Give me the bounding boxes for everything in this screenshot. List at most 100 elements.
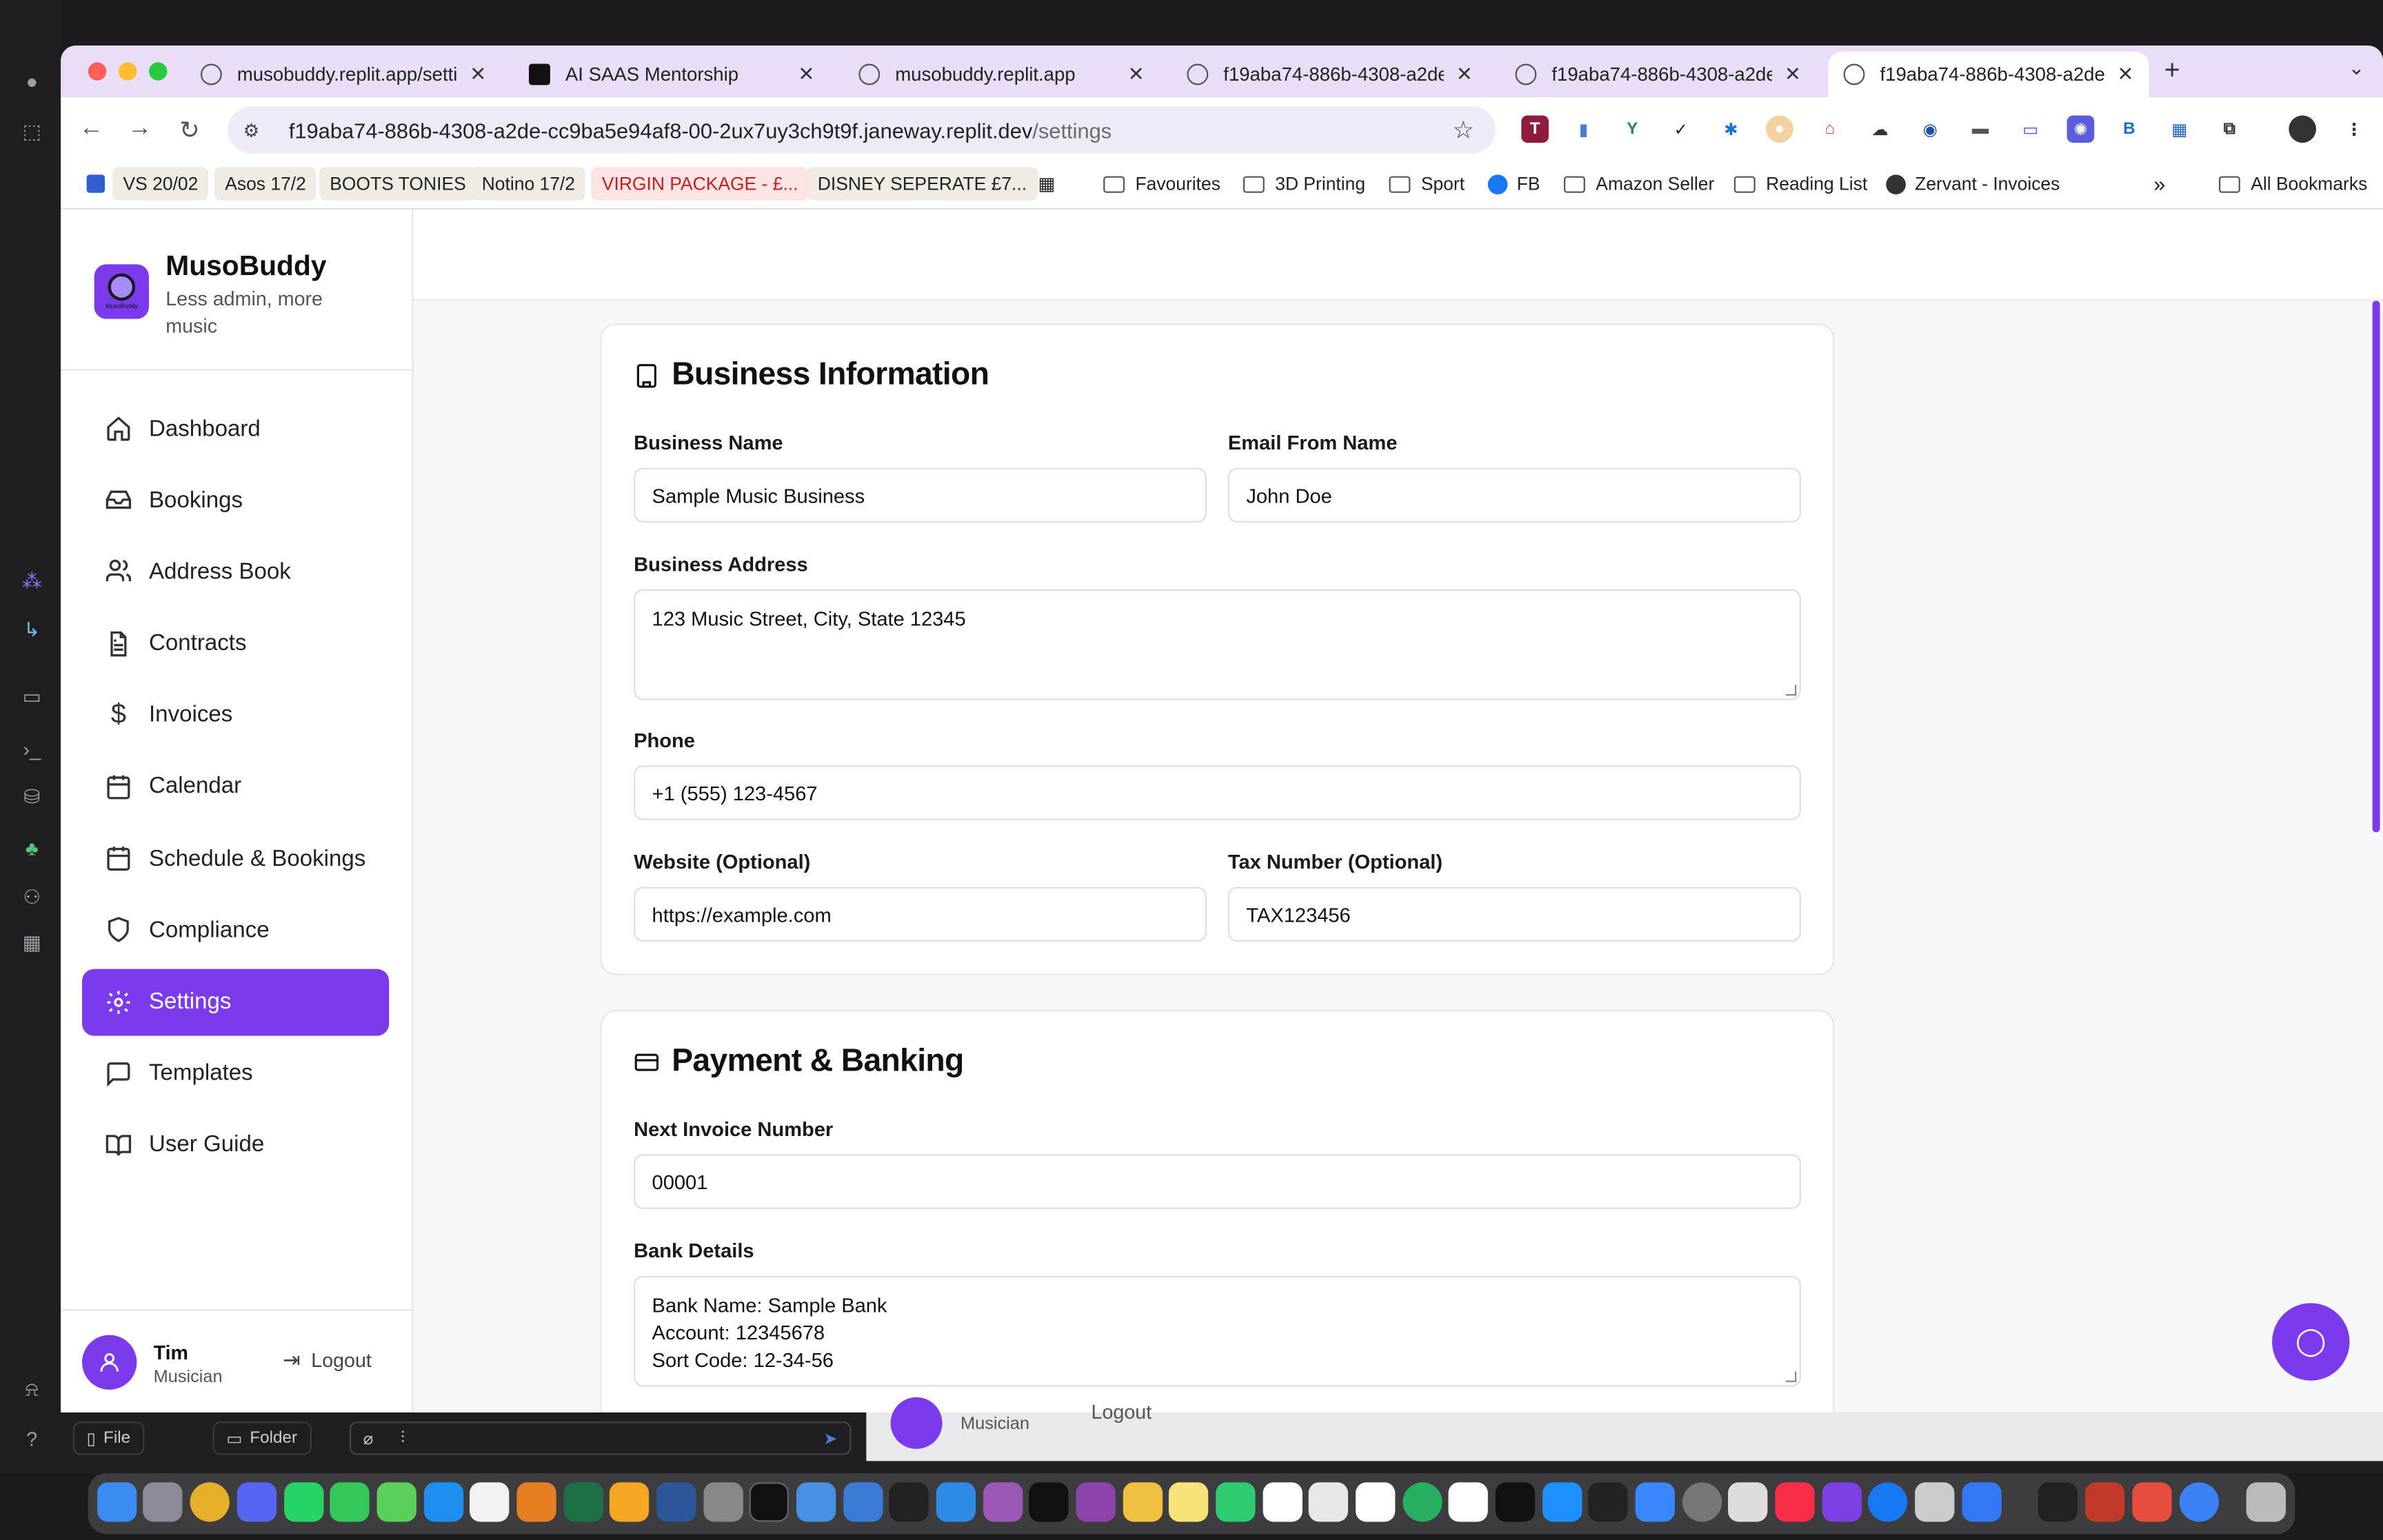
sidebar-item-bookings[interactable]: Bookings bbox=[82, 467, 389, 534]
word-icon[interactable] bbox=[656, 1482, 696, 1522]
extension-check-icon[interactable]: ✓ bbox=[1667, 115, 1695, 143]
avatar[interactable] bbox=[82, 1335, 137, 1390]
browser-tab[interactable]: musobuddy.replit.app ✕ bbox=[843, 52, 1159, 97]
new-tab-button[interactable]: + bbox=[2164, 54, 2180, 86]
reminders-icon[interactable] bbox=[1448, 1482, 1488, 1522]
all-bookmarks-folder[interactable]: All Bookmarks bbox=[2209, 167, 2378, 200]
extension-grid-icon[interactable]: ▦ bbox=[2165, 115, 2193, 143]
chat-input-box[interactable]: ⌀ ⫶ ➤ bbox=[349, 1421, 852, 1455]
close-tab-icon[interactable]: ✕ bbox=[798, 62, 814, 86]
profile-avatar[interactable] bbox=[2289, 115, 2317, 143]
stack-app-icon[interactable] bbox=[2132, 1482, 2172, 1522]
sidebar-item-invoices[interactable]: $ Invoices bbox=[82, 682, 389, 749]
calendar-2-icon[interactable] bbox=[1356, 1482, 1396, 1522]
music-icon[interactable] bbox=[1775, 1482, 1815, 1522]
close-tab-icon[interactable]: ✕ bbox=[1456, 62, 1473, 86]
bank-details-textarea[interactable]: Bank Name: Sample Bank Account: 12345678… bbox=[634, 1275, 1801, 1387]
messages-icon[interactable] bbox=[376, 1482, 416, 1522]
next-invoice-input[interactable]: 00001 bbox=[634, 1154, 1801, 1209]
extension-y-icon[interactable]: Y bbox=[1618, 115, 1647, 143]
phone-input[interactable]: +1 (555) 123-4567 bbox=[634, 765, 1801, 820]
final-cut-icon[interactable] bbox=[889, 1482, 929, 1522]
business-address-textarea[interactable]: 123 Music Street, City, State 12345 bbox=[634, 589, 1801, 700]
bookmark-blue-icon[interactable] bbox=[76, 167, 115, 200]
acrobat-icon[interactable] bbox=[2085, 1482, 2125, 1522]
tree-icon[interactable]: ♣ bbox=[18, 834, 46, 862]
email-from-input[interactable]: John Doe bbox=[1227, 467, 1801, 523]
user-check-icon[interactable]: ⚇ bbox=[18, 884, 46, 911]
folder-button[interactable]: ▭ Folder bbox=[212, 1421, 311, 1455]
select-icon[interactable]: ⬚ bbox=[18, 119, 46, 146]
preview-icon[interactable] bbox=[1728, 1482, 1768, 1522]
slack-icon[interactable] bbox=[2038, 1482, 2078, 1522]
podcasts-icon[interactable] bbox=[983, 1482, 1023, 1522]
tr-app-icon[interactable] bbox=[1029, 1482, 1069, 1522]
zoom-window-button[interactable] bbox=[149, 62, 168, 81]
resize-handle-icon[interactable] bbox=[1785, 685, 1797, 696]
bookmark-item[interactable]: Zervant - Invoices bbox=[1876, 167, 2071, 200]
sidebar-item-user-guide[interactable]: User Guide bbox=[82, 1111, 389, 1178]
extension-gear-icon[interactable]: ✺ bbox=[2067, 115, 2095, 143]
database-icon[interactable]: ⛁ bbox=[18, 784, 46, 811]
terminal-icon[interactable]: ›_ bbox=[18, 735, 46, 762]
close-window-button[interactable] bbox=[88, 62, 107, 81]
resize-handle-icon[interactable] bbox=[1785, 1371, 1797, 1382]
chat-app-icon[interactable] bbox=[1822, 1482, 1862, 1522]
sidebar-item-compliance[interactable]: Compliance bbox=[82, 897, 389, 964]
finder-icon[interactable] bbox=[97, 1482, 137, 1522]
extension-home-icon[interactable]: ⌂ bbox=[1816, 115, 1844, 143]
back-icon[interactable]: ← bbox=[79, 115, 103, 143]
safari-icon[interactable] bbox=[936, 1482, 976, 1522]
hex-app-icon[interactable] bbox=[1588, 1482, 1628, 1522]
tab-search-icon[interactable]: ⌄ bbox=[2349, 57, 2365, 81]
sidebar-item-calendar[interactable]: Calendar bbox=[82, 753, 389, 820]
extension-folder-icon[interactable]: ▬ bbox=[1967, 115, 1994, 143]
close-tab-icon[interactable]: ✕ bbox=[470, 62, 486, 86]
mail-icon[interactable] bbox=[796, 1482, 836, 1522]
address-bar[interactable]: ⚙ f19aba74-886b-4308-a2de-cc9ba5e94af8-0… bbox=[228, 106, 1496, 154]
reload-icon[interactable]: ↻ bbox=[179, 115, 200, 145]
tax-number-input[interactable]: TAX123456 bbox=[1227, 886, 1801, 942]
close-tab-icon[interactable]: ✕ bbox=[2118, 62, 2134, 86]
whatsapp-icon[interactable] bbox=[284, 1482, 324, 1522]
app-store-icon[interactable] bbox=[843, 1482, 883, 1522]
settings-app-icon[interactable] bbox=[703, 1482, 743, 1522]
bookmark-item[interactable]: Notino 17/2 bbox=[471, 167, 586, 201]
file-button[interactable]: ▯ File bbox=[72, 1421, 144, 1455]
finder-2-icon[interactable] bbox=[1308, 1482, 1349, 1522]
bookmark-star-icon[interactable]: ☆ bbox=[1452, 114, 1474, 145]
chatgpt-icon[interactable] bbox=[470, 1482, 510, 1522]
excel-icon[interactable] bbox=[563, 1482, 604, 1522]
xcode-icon[interactable] bbox=[1542, 1482, 1582, 1522]
forward-icon[interactable]: → bbox=[128, 115, 152, 143]
bell-icon[interactable]: ⍾ bbox=[18, 1376, 46, 1404]
utility-icon[interactable] bbox=[1915, 1482, 1955, 1522]
browser-tab[interactable]: musobuddy.replit.app/settings✕ bbox=[185, 52, 501, 97]
system-settings-icon[interactable] bbox=[1682, 1482, 1722, 1522]
site-settings-icon[interactable]: ⚙ bbox=[243, 119, 276, 141]
bookmark-item[interactable]: FB bbox=[1477, 167, 1551, 200]
minimize-window-button[interactable] bbox=[118, 62, 137, 81]
extension-chart-icon[interactable]: ▮ bbox=[1569, 115, 1598, 143]
launchpad-icon[interactable] bbox=[143, 1482, 183, 1522]
logic-icon[interactable] bbox=[1076, 1482, 1116, 1522]
apple-tv-icon[interactable] bbox=[1495, 1482, 1536, 1522]
more-bookmarks-icon[interactable]: » bbox=[2143, 167, 2176, 200]
bookmark-item[interactable]: DISNEY SEPERATE £7... bbox=[807, 167, 1038, 201]
bookmark-item[interactable]: BOOTS TONIES bbox=[319, 167, 477, 201]
sidebar-item-settings[interactable]: Settings bbox=[82, 968, 390, 1035]
sidebar-item-dashboard[interactable]: Dashboard bbox=[82, 395, 389, 462]
trash-icon[interactable] bbox=[2246, 1482, 2286, 1522]
bookmark-item[interactable]: Asos 17/2 bbox=[214, 167, 317, 201]
bookmark-folder[interactable]: Amazon Seller bbox=[1554, 167, 1725, 200]
bookmark-folder[interactable]: Reading List bbox=[1723, 167, 1878, 200]
bookmark-folder[interactable]: Favourites bbox=[1093, 167, 1231, 200]
business-name-input[interactable]: Sample Music Business bbox=[634, 467, 1207, 523]
website-input[interactable]: https://example.com bbox=[634, 886, 1207, 942]
help-icon[interactable]: ? bbox=[18, 1425, 46, 1452]
record-dot-icon[interactable]: ● bbox=[18, 67, 46, 94]
extension-b-icon[interactable]: B bbox=[2115, 115, 2143, 143]
terminal-app-icon[interactable] bbox=[749, 1482, 789, 1522]
browser-tab[interactable]: f19aba74-886b-4308-a2de-c ✕ bbox=[1500, 52, 1816, 97]
extension-1password-icon[interactable]: ◉ bbox=[1916, 115, 1944, 143]
